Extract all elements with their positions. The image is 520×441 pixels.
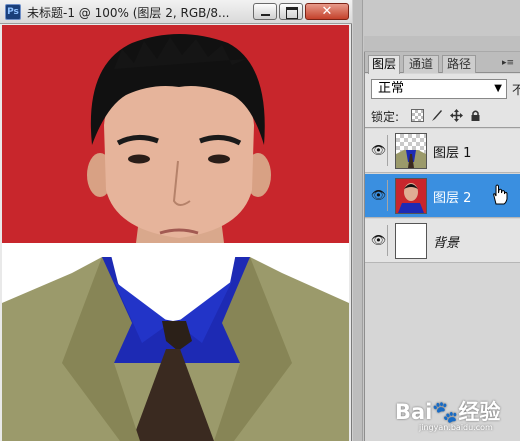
suit-layer-image — [2, 243, 349, 441]
suit-figure — [2, 243, 349, 441]
panel-dock-strip[interactable] — [353, 0, 363, 441]
watermark-subtext: jingyan.baidu.com — [419, 423, 493, 432]
visibility-toggle[interactable]: 👁 — [368, 180, 388, 211]
panel-menu-icon[interactable]: ▸≡ — [499, 57, 517, 70]
transparency-lock-icon[interactable] — [411, 109, 424, 122]
baidu-watermark: Bai🐾经验 jingyan.baidu.com — [395, 396, 501, 432]
blend-mode-row: 正常 ▼ 不 — [365, 74, 520, 104]
document-titlebar[interactable]: Ps 未标题-1 @ 100% (图层 2, RGB/8... ✕ — [0, 0, 352, 24]
dropdown-arrow-icon: ▼ — [494, 83, 502, 94]
layers-panel-tabs: 图层 通道 路径 ▸≡ — [365, 52, 520, 74]
tab-layers[interactable]: 图层 — [368, 55, 400, 74]
close-icon: ✕ — [321, 4, 333, 19]
document-window: Ps 未标题-1 @ 100% (图层 2, RGB/8... ✕ — [0, 0, 352, 441]
layers-panel: 图层 通道 路径 ▸≡ 正常 ▼ 不 锁定: 👁 图层 1 👁 图层 2 👁 背… — [364, 52, 520, 441]
layer-thumbnail — [395, 223, 427, 259]
portrait-head-figure — [87, 34, 271, 243]
hand-cursor-icon — [491, 184, 509, 206]
photoshop-app-icon: Ps — [5, 4, 21, 20]
layer-row-layer-2[interactable]: 👁 图层 2 — [365, 174, 520, 218]
layer-thumbnail — [395, 133, 427, 169]
watermark-text: Bai🐾经验 — [395, 400, 501, 424]
eye-icon: 👁 — [371, 143, 387, 157]
move-lock-icon[interactable] — [450, 109, 463, 122]
minimize-button[interactable] — [253, 3, 277, 20]
document-canvas[interactable] — [2, 25, 349, 441]
blend-mode-value: 正常 — [378, 81, 405, 96]
maximize-button[interactable] — [279, 3, 303, 20]
lock-row: 锁定: — [365, 104, 520, 128]
tab-paths[interactable]: 路径 — [442, 55, 476, 73]
app-root: Ps 未标题-1 @ 100% (图层 2, RGB/8... ✕ 图层 通道 … — [0, 0, 520, 441]
blend-mode-select[interactable]: 正常 ▼ — [371, 79, 507, 99]
layer-row-layer-1[interactable]: 👁 图层 1 — [365, 129, 520, 173]
panel-collapse-bar[interactable] — [364, 36, 520, 52]
close-button[interactable]: ✕ — [305, 3, 349, 20]
eye-icon: 👁 — [371, 188, 387, 202]
layer-name: 背景 — [433, 236, 460, 251]
document-title: 未标题-1 @ 100% (图层 2, RGB/8... — [27, 6, 230, 20]
visibility-toggle[interactable]: 👁 — [368, 135, 388, 166]
lock-label: 锁定: — [371, 110, 400, 124]
tab-channels[interactable]: 通道 — [403, 55, 439, 73]
brush-lock-icon[interactable] — [430, 109, 443, 122]
layer-name: 图层 2 — [433, 191, 472, 206]
layer-name: 图层 1 — [433, 146, 472, 161]
eye-icon: 👁 — [371, 233, 387, 247]
padlock-icon[interactable] — [469, 109, 482, 122]
layer-row-background[interactable]: 👁 背景 — [365, 219, 520, 263]
opacity-label: 不 — [512, 83, 520, 97]
visibility-toggle[interactable]: 👁 — [368, 225, 388, 256]
layer-thumbnail — [395, 178, 427, 214]
portrait-layer-image — [2, 25, 349, 243]
